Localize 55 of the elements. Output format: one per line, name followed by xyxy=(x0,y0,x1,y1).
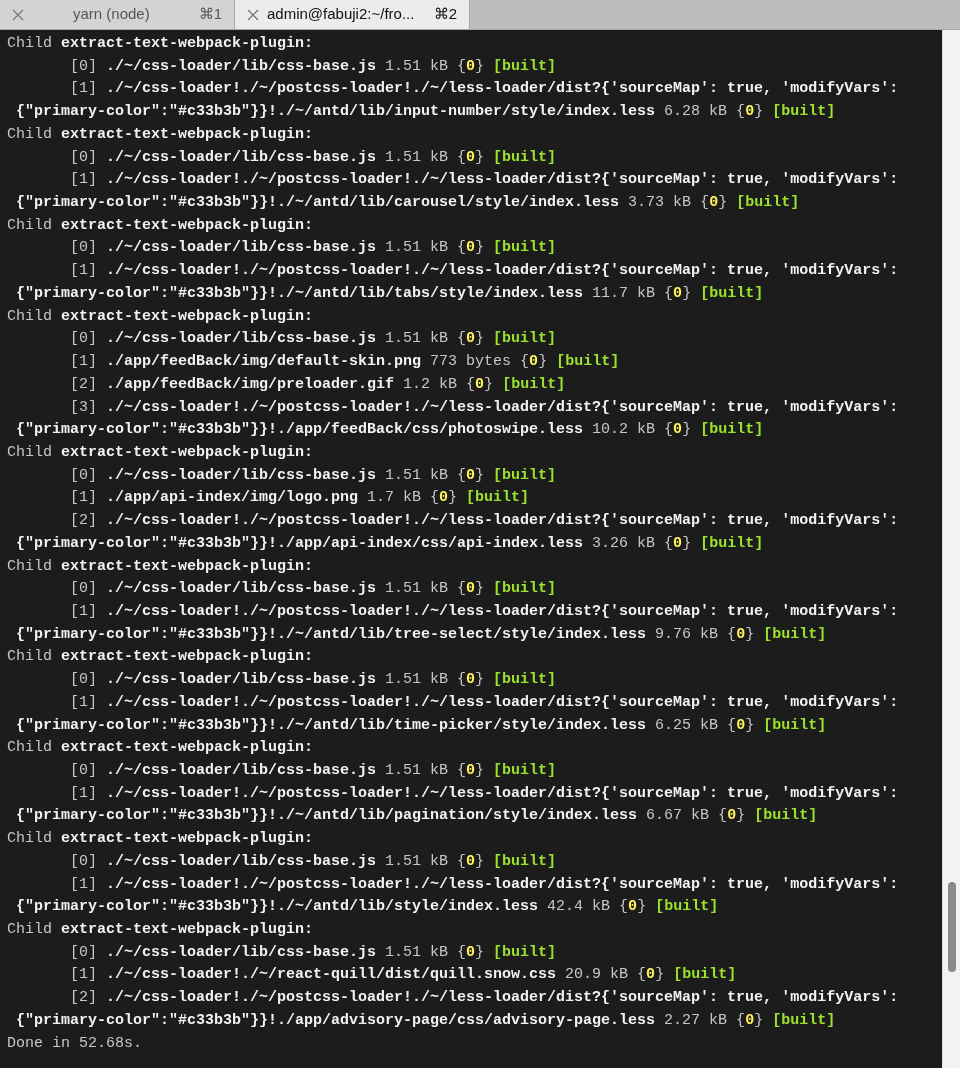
close-icon[interactable] xyxy=(12,8,24,21)
scrollbar-thumb[interactable] xyxy=(947,882,956,972)
tab[interactable]: yarn (node) ⌘1 xyxy=(0,0,235,29)
log-line: [1] ./~/css-loader!./~/postcss-loader!./~/less-loader/dist?{'sourceMap': true, 'modifyVars': xyxy=(70,79,899,100)
log-line: Child extract-text-webpack-plugin: xyxy=(7,738,314,759)
log-line: Child extract-text-webpack-plugin: xyxy=(7,124,314,145)
log-line: Done in 52.68s. xyxy=(7,1033,143,1054)
log-line: [1] ./~/css-loader!./~/postcss-loader!./~/less-loader/dist?{'sourceMap': true, 'modifyVars': xyxy=(70,783,899,804)
log-line: [1] ./~/css-loader!./~/react-quill/dist/quill.snow.css 20.9 kB {0} [built] xyxy=(70,965,737,986)
log-line: [0] ./~/css-loader/lib/css-base.js 1.51 kB {0} [built] xyxy=(70,329,557,350)
log-line: [1] ./~/css-loader!./~/postcss-loader!./~/less-loader/dist?{'sourceMap': true, 'modifyVars': xyxy=(70,874,899,895)
tab-shortcut: ⌘2 xyxy=(433,4,457,25)
scrollbar[interactable] xyxy=(942,30,960,1068)
tab-title: yarn (node) xyxy=(71,4,151,25)
log-line: [1] ./app/api-index/img/logo.png 1.7 kB {0} [built] xyxy=(70,488,530,509)
log-line: Child extract-text-webpack-plugin: xyxy=(7,920,314,941)
log-line: Child extract-text-webpack-plugin: xyxy=(7,556,314,577)
log-line: Child extract-text-webpack-plugin: xyxy=(7,647,314,668)
log-line: [0] ./~/css-loader/lib/css-base.js 1.51 kB {0} [built] xyxy=(70,579,557,600)
log-line: {"primary-color":"#c33b3b"}}!./~/antd/lib/tabs/style/index.less 11.7 kB {0} [built] xyxy=(16,283,764,304)
log-line: {"primary-color":"#c33b3b"}}!./~/antd/lib/pagination/style/index.less 6.67 kB {0} [built] xyxy=(16,806,818,827)
log-line: {"primary-color":"#c33b3b"}}!./~/antd/lib/carousel/style/index.less 3.73 kB {0} [built] xyxy=(16,193,800,214)
log-line: [2] ./~/css-loader!./~/postcss-loader!./~/less-loader/dist?{'sourceMap': true, 'modifyVars': xyxy=(70,511,899,532)
log-line: [0] ./~/css-loader/lib/css-base.js 1.51 kB {0} [built] xyxy=(70,238,557,259)
log-line: [1] ./~/css-loader!./~/postcss-loader!./~/less-loader/dist?{'sourceMap': true, 'modifyVars': xyxy=(70,692,899,713)
log-line: [0] ./~/css-loader/lib/css-base.js 1.51 kB {0} [built] xyxy=(70,465,557,486)
log-line: [2] ./app/feedBack/img/preloader.gif 1.2 kB {0} [built] xyxy=(70,374,566,395)
log-line: {"primary-color":"#c33b3b"}}!./~/antd/lib/style/index.less 42.4 kB {0} [built] xyxy=(16,897,719,918)
tab-title: admin@fabuji2:~/fro... xyxy=(267,4,416,25)
log-line: [0] ./~/css-loader/lib/css-base.js 1.51 kB {0} [built] xyxy=(70,761,557,781)
log-line: Child extract-text-webpack-plugin: xyxy=(7,442,314,463)
tab[interactable]: admin@fabuji2:~/fro... ⌘2 xyxy=(235,0,470,29)
log-line: {"primary-color":"#c33b3b"}}!./~/antd/lib/tree-select/style/index.less 9.76 kB {0} [built] xyxy=(16,624,827,645)
log-line: [0] ./~/css-loader/lib/css-base.js 1.51 kB {0} [built] xyxy=(70,670,557,691)
log-line: [0] ./~/css-loader/lib/css-base.js 1.51 kB {0} [built] xyxy=(70,147,557,168)
log-line: [1] ./app/feedBack/img/default-skin.png 773 bytes {0} [built] xyxy=(70,352,620,373)
log-line: {"primary-color":"#c33b3b"}}!./~/antd/lib/time-picker/style/index.less 6.25 kB {0} [built] xyxy=(16,715,827,736)
log-line: [0] ./~/css-loader/lib/css-base.js 1.51 kB {0} [built] xyxy=(70,851,557,872)
log-line: {"primary-color":"#c33b3b"}}!./app/advisory-page/css/advisory-page.less 2.27 kB {0} [built] xyxy=(16,1010,836,1031)
log-line: [1] ./~/css-loader!./~/postcss-loader!./~/less-loader/dist?{'sourceMap': true, 'modifyVars': xyxy=(70,170,899,191)
log-line: {"primary-color":"#c33b3b"}}!./app/feedBack/css/photoswipe.less 10.2 kB {0} [built] xyxy=(16,420,764,441)
tab-shortcut: ⌘1 xyxy=(198,4,222,25)
log-line: Child extract-text-webpack-plugin: xyxy=(7,34,314,54)
log-line: [2] ./~/css-loader!./~/postcss-loader!./~/less-loader/dist?{'sourceMap': true, 'modifyVars': xyxy=(70,988,899,1009)
log-line: {"primary-color":"#c33b3b"}}!./app/api-index/css/api-index.less 3.26 kB {0} [built] xyxy=(16,533,764,554)
log-line: Child extract-text-webpack-plugin: xyxy=(7,829,314,850)
log-line: {"primary-color":"#c33b3b"}}!./~/antd/lib/input-number/style/index.less 6.28 kB {0} [built] xyxy=(16,102,836,123)
log-line: Child extract-text-webpack-plugin: xyxy=(7,215,314,236)
log-line: Child extract-text-webpack-plugin: xyxy=(7,306,314,327)
log-line: [0] ./~/css-loader/lib/css-base.js 1.51 kB {0} [built] xyxy=(70,56,557,77)
log-line: [0] ./~/css-loader/lib/css-base.js 1.51 kB {0} [built] xyxy=(70,942,557,963)
log-line: [1] ./~/css-loader!./~/postcss-loader!./~/less-loader/dist?{'sourceMap': true, 'modifyVars': xyxy=(70,601,899,622)
close-icon[interactable] xyxy=(247,8,259,21)
log-line: [1] ./~/css-loader!./~/postcss-loader!./~/less-loader/dist?{'sourceMap': true, 'modifyVars': xyxy=(70,261,899,282)
log-line: [3] ./~/css-loader!./~/postcss-loader!./~/less-loader/dist?{'sourceMap': true, 'modifyVars': xyxy=(70,397,899,418)
